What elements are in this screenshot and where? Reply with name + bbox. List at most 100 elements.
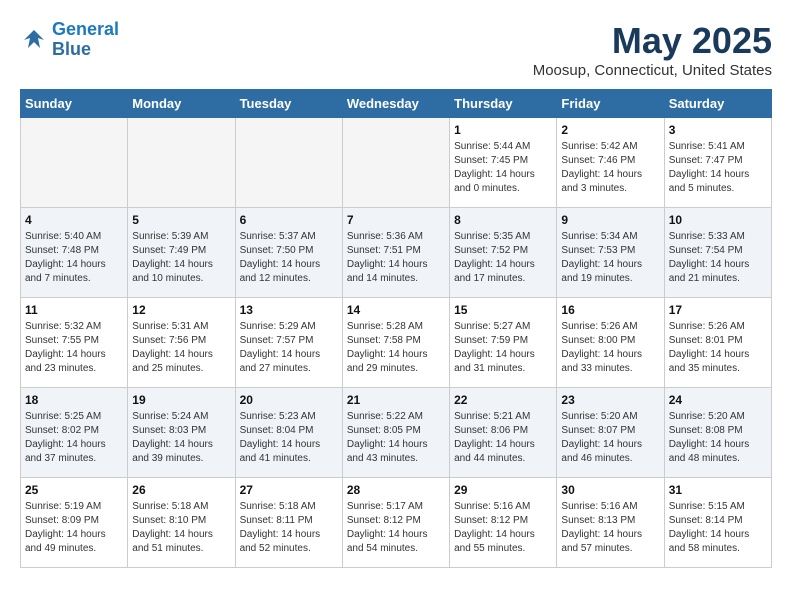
cell-content: Sunrise: 5:34 AMSunset: 7:53 PMDaylight:… [561, 230, 659, 286]
calendar-table: SundayMondayTuesdayWednesdayThursdayFrid… [20, 89, 772, 568]
calendar-cell: 7Sunrise: 5:36 AMSunset: 7:51 PMDaylight… [342, 208, 449, 298]
calendar-cell [235, 118, 342, 208]
cell-content: Sunrise: 5:31 AMSunset: 7:56 PMDaylight:… [132, 320, 230, 376]
cell-content: Sunrise: 5:23 AMSunset: 8:04 PMDaylight:… [240, 410, 338, 466]
day-number: 21 [347, 393, 445, 407]
day-number: 10 [669, 213, 767, 227]
day-number: 27 [240, 483, 338, 497]
page-header: GeneralBlue May 2025 Moosup, Connecticut… [20, 20, 772, 79]
title-area: May 2025 Moosup, Connecticut, United Sta… [533, 20, 772, 79]
calendar-week-row: 11 Sunrise: 5:32 AMSunset: 7:55 PMDayligh… [21, 298, 772, 388]
day-number: 13 [240, 303, 338, 317]
calendar-cell: 5Sunrise: 5:39 AMSunset: 7:49 PMDaylight… [128, 208, 235, 298]
day-number: 3 [669, 123, 767, 137]
cell-content: Sunrise: 5:18 AMSunset: 8:11 PMDaylight:… [240, 500, 338, 556]
cell-content: Sunrise: 5:16 AMSunset: 8:12 PMDaylight:… [454, 500, 552, 556]
day-number: 19 [132, 393, 230, 407]
day-number: 9 [561, 213, 659, 227]
cell-content: Sunrise: 5:44 AMSunset: 7:45 PMDaylight:… [454, 140, 552, 196]
col-header-friday: Friday [557, 90, 664, 118]
cell-content: Sunrise: 5:15 AMSunset: 8:14 PMDaylight:… [669, 500, 767, 556]
calendar-cell: 15 Sunrise: 5:27 AMSunset: 7:59 PMDayligh… [450, 298, 557, 388]
cell-content: Sunrise: 5:16 AMSunset: 8:13 PMDaylight:… [561, 500, 659, 556]
calendar-cell: 10 Sunrise: 5:33 AMSunset: 7:54 PMDayligh… [664, 208, 771, 298]
col-header-sunday: Sunday [21, 90, 128, 118]
calendar-cell: 28 Sunrise: 5:17 AMSunset: 8:12 PMDayligh… [342, 478, 449, 568]
cell-content: Sunrise: 5:36 AMSunset: 7:51 PMDaylight:… [347, 230, 445, 286]
col-header-monday: Monday [128, 90, 235, 118]
cell-content: Sunrise: 5:26 AMSunset: 8:00 PMDaylight:… [561, 320, 659, 376]
day-number: 29 [454, 483, 552, 497]
day-number: 26 [132, 483, 230, 497]
col-header-thursday: Thursday [450, 90, 557, 118]
calendar-cell: 21 Sunrise: 5:22 AMSunset: 8:05 PMDayligh… [342, 388, 449, 478]
cell-content: Sunrise: 5:19 AMSunset: 8:09 PMDaylight:… [25, 500, 123, 556]
cell-content: Sunrise: 5:18 AMSunset: 8:10 PMDaylight:… [132, 500, 230, 556]
cell-content: Sunrise: 5:27 AMSunset: 7:59 PMDaylight:… [454, 320, 552, 376]
calendar-week-row: 25 Sunrise: 5:19 AMSunset: 8:09 PMDayligh… [21, 478, 772, 568]
day-number: 6 [240, 213, 338, 227]
calendar-header-row: SundayMondayTuesdayWednesdayThursdayFrid… [21, 90, 772, 118]
logo-text: GeneralBlue [52, 20, 119, 60]
day-number: 15 [454, 303, 552, 317]
calendar-week-row: 18 Sunrise: 5:25 AMSunset: 8:02 PMDayligh… [21, 388, 772, 478]
cell-content: Sunrise: 5:37 AMSunset: 7:50 PMDaylight:… [240, 230, 338, 286]
calendar-cell: 1 Sunrise: 5:44 AMSunset: 7:45 PMDaylight… [450, 118, 557, 208]
cell-content: Sunrise: 5:25 AMSunset: 8:02 PMDaylight:… [25, 410, 123, 466]
day-number: 5 [132, 213, 230, 227]
day-number: 2 [561, 123, 659, 137]
calendar-cell: 25 Sunrise: 5:19 AMSunset: 8:09 PMDayligh… [21, 478, 128, 568]
calendar-cell [128, 118, 235, 208]
calendar-cell: 17 Sunrise: 5:26 AMSunset: 8:01 PMDayligh… [664, 298, 771, 388]
calendar-cell [21, 118, 128, 208]
calendar-cell: 22 Sunrise: 5:21 AMSunset: 8:06 PMDayligh… [450, 388, 557, 478]
calendar-cell: 29 Sunrise: 5:16 AMSunset: 8:12 PMDayligh… [450, 478, 557, 568]
calendar-cell: 4Sunrise: 5:40 AMSunset: 7:48 PMDaylight… [21, 208, 128, 298]
calendar-cell: 3 Sunrise: 5:41 AMSunset: 7:47 PMDaylight… [664, 118, 771, 208]
calendar-cell: 18 Sunrise: 5:25 AMSunset: 8:02 PMDayligh… [21, 388, 128, 478]
day-number: 11 [25, 303, 123, 317]
day-number: 16 [561, 303, 659, 317]
cell-content: Sunrise: 5:32 AMSunset: 7:55 PMDaylight:… [25, 320, 123, 376]
col-header-tuesday: Tuesday [235, 90, 342, 118]
day-number: 28 [347, 483, 445, 497]
calendar-week-row: 4Sunrise: 5:40 AMSunset: 7:48 PMDaylight… [21, 208, 772, 298]
cell-content: Sunrise: 5:41 AMSunset: 7:47 PMDaylight:… [669, 140, 767, 196]
day-number: 24 [669, 393, 767, 407]
calendar-cell: 31Sunrise: 5:15 AMSunset: 8:14 PMDayligh… [664, 478, 771, 568]
day-number: 1 [454, 123, 552, 137]
day-number: 12 [132, 303, 230, 317]
calendar-cell: 16 Sunrise: 5:26 AMSunset: 8:00 PMDayligh… [557, 298, 664, 388]
logo: GeneralBlue [20, 20, 119, 60]
day-number: 18 [25, 393, 123, 407]
month-title: May 2025 [533, 20, 772, 62]
calendar-week-row: 1 Sunrise: 5:44 AMSunset: 7:45 PMDaylight… [21, 118, 772, 208]
cell-content: Sunrise: 5:21 AMSunset: 8:06 PMDaylight:… [454, 410, 552, 466]
cell-content: Sunrise: 5:22 AMSunset: 8:05 PMDaylight:… [347, 410, 445, 466]
cell-content: Sunrise: 5:40 AMSunset: 7:48 PMDaylight:… [25, 230, 123, 286]
day-number: 17 [669, 303, 767, 317]
cell-content: Sunrise: 5:17 AMSunset: 8:12 PMDaylight:… [347, 500, 445, 556]
calendar-cell: 13Sunrise: 5:29 AMSunset: 7:57 PMDayligh… [235, 298, 342, 388]
col-header-wednesday: Wednesday [342, 90, 449, 118]
calendar-cell: 24 Sunrise: 5:20 AMSunset: 8:08 PMDayligh… [664, 388, 771, 478]
cell-content: Sunrise: 5:26 AMSunset: 8:01 PMDaylight:… [669, 320, 767, 376]
cell-content: Sunrise: 5:35 AMSunset: 7:52 PMDaylight:… [454, 230, 552, 286]
cell-content: Sunrise: 5:24 AMSunset: 8:03 PMDaylight:… [132, 410, 230, 466]
cell-content: Sunrise: 5:33 AMSunset: 7:54 PMDaylight:… [669, 230, 767, 286]
day-number: 25 [25, 483, 123, 497]
day-number: 8 [454, 213, 552, 227]
day-number: 22 [454, 393, 552, 407]
location: Moosup, Connecticut, United States [533, 62, 772, 79]
calendar-cell: 19 Sunrise: 5:24 AMSunset: 8:03 PMDayligh… [128, 388, 235, 478]
calendar-cell: 9 Sunrise: 5:34 AMSunset: 7:53 PMDaylight… [557, 208, 664, 298]
calendar-cell: 2 Sunrise: 5:42 AMSunset: 7:46 PMDaylight… [557, 118, 664, 208]
day-number: 20 [240, 393, 338, 407]
day-number: 23 [561, 393, 659, 407]
calendar-cell: 27 Sunrise: 5:18 AMSunset: 8:11 PMDayligh… [235, 478, 342, 568]
cell-content: Sunrise: 5:20 AMSunset: 8:08 PMDaylight:… [669, 410, 767, 466]
cell-content: Sunrise: 5:28 AMSunset: 7:58 PMDaylight:… [347, 320, 445, 376]
cell-content: Sunrise: 5:20 AMSunset: 8:07 PMDaylight:… [561, 410, 659, 466]
logo-icon [20, 26, 48, 54]
cell-content: Sunrise: 5:42 AMSunset: 7:46 PMDaylight:… [561, 140, 659, 196]
